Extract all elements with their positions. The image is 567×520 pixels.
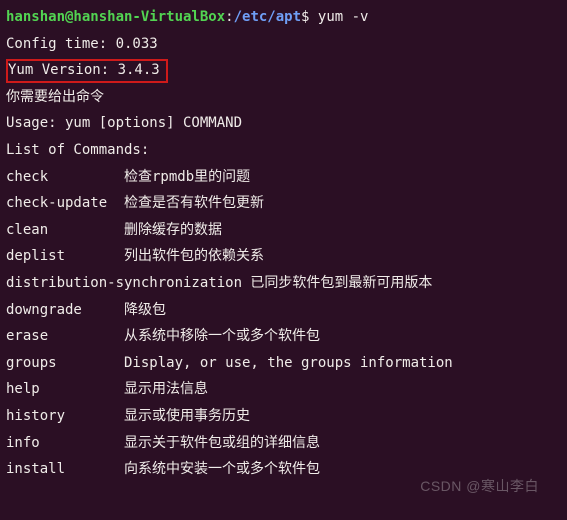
command-row: help 显示用法信息 [6, 376, 561, 403]
command-row: deplist 列出软件包的依赖关系 [6, 243, 561, 270]
command-row: install 向系统中安装一个或多个软件包 [6, 456, 561, 483]
prompt-userhost: hanshan@hanshan-VirtualBox [6, 9, 225, 25]
command-row: distribution-synchronization 已同步软件包到最新可用… [6, 270, 561, 297]
command-row: groups Display, or use, the groups infor… [6, 350, 561, 377]
command-row: downgrade 降级包 [6, 297, 561, 324]
list-header: List of Commands: [6, 137, 561, 164]
config-time-line: Config time: 0.033 [6, 31, 561, 58]
command-row: clean 删除缓存的数据 [6, 217, 561, 244]
commands-list: check 检查rpmdb里的问题check-update 检查是否有软件包更新… [6, 164, 561, 483]
usage-line: Usage: yum [options] COMMAND [6, 110, 561, 137]
prompt-colon: : [225, 9, 233, 25]
need-command-line: 你需要给出命令 [6, 84, 561, 111]
command-row: check-update 检查是否有软件包更新 [6, 190, 561, 217]
yum-version-line-wrapper: Yum Version: 3.4.3 [6, 57, 561, 84]
prompt-line[interactable]: hanshan@hanshan-VirtualBox:/etc/apt$ yum… [6, 4, 561, 31]
command-row: erase 从系统中移除一个或多个软件包 [6, 323, 561, 350]
prompt-path: /etc/apt [234, 9, 301, 25]
command-row: info 显示关于软件包或组的详细信息 [6, 430, 561, 457]
yum-version-highlight: Yum Version: 3.4.3 [6, 59, 168, 83]
command-row: check 检查rpmdb里的问题 [6, 164, 561, 191]
terminal-output: hanshan@hanshan-VirtualBox:/etc/apt$ yum… [0, 0, 567, 487]
command-row: history 显示或使用事务历史 [6, 403, 561, 430]
command-text: yum -v [318, 9, 369, 25]
prompt-dollar: $ [301, 9, 318, 25]
